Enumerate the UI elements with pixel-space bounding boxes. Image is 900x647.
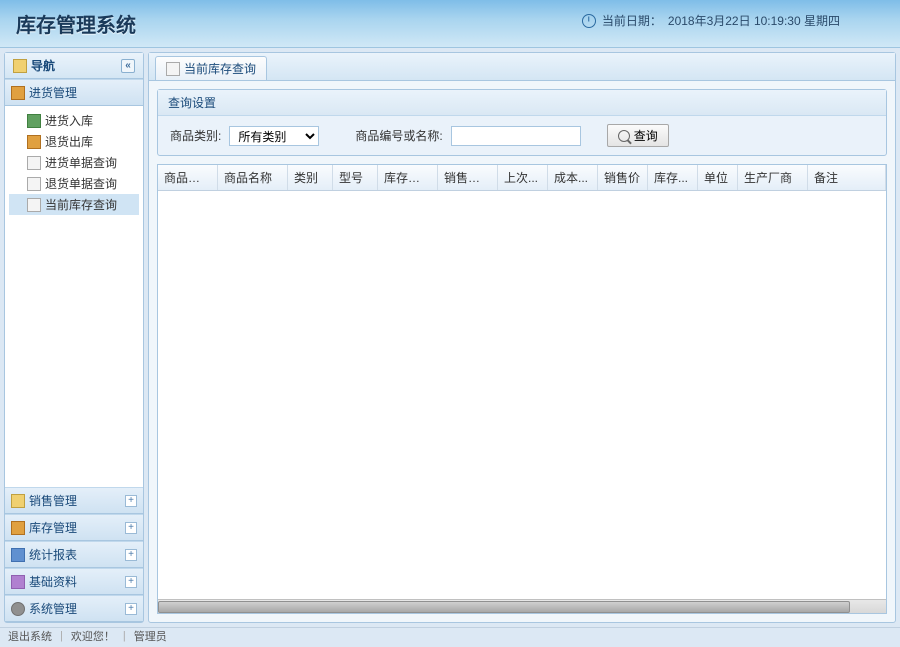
warehouse-icon [11,521,25,535]
col-cost[interactable]: 成本... [548,165,598,190]
exit-link[interactable]: 退出系统 [8,628,52,644]
col-remark[interactable]: 备注 [808,165,886,190]
content-panel: 当前库存查询 查询设置 商品类别: 所有类别 商品编号或名称: 查询 [148,52,896,623]
category-select[interactable]: 所有类别 [229,126,319,146]
scrollbar-thumb[interactable] [158,601,850,613]
grid-body[interactable] [158,191,886,599]
code-name-input[interactable] [451,126,581,146]
code-name-label: 商品编号或名称: [355,127,442,144]
query-panel: 查询设置 商品类别: 所有类别 商品编号或名称: 查询 [157,89,887,156]
doc-icon [27,177,41,191]
search-button[interactable]: 查询 [607,124,669,147]
tree-item-return-query[interactable]: 退货单据查询 [9,173,139,194]
col-last[interactable]: 上次... [498,165,548,190]
tree-item-stock-query[interactable]: 当前库存查询 [9,194,139,215]
gear-icon [11,602,25,616]
category-label: 商品类别: [170,127,221,144]
nav-section-sales[interactable]: 销售管理 + [5,487,143,514]
arrow-in-icon [27,114,41,128]
col-product-code[interactable]: 商品编号 [158,165,218,190]
date-label: 当前日期： [602,12,662,29]
col-product-name[interactable]: 商品名称 [218,165,288,190]
col-category[interactable]: 类别 [288,165,333,190]
sidebar: 导航 « 进货管理 进货入库 退货出库 进货单据查询 退货单据查询 [4,52,144,623]
box-icon [27,135,41,149]
nav-section-purchase[interactable]: 进货管理 [5,79,143,106]
welcome-text: 欢迎您！ [71,628,115,644]
search-icon [618,130,630,142]
nav-tree: 进货入库 退货出库 进货单据查询 退货单据查询 当前库存查询 [5,106,143,487]
chart-icon [11,548,25,562]
query-row: 商品类别: 所有类别 商品编号或名称: 查询 [158,116,886,155]
doc-icon [166,62,180,76]
header-date: 当前日期： 2018年3月22日 10:19:30 星期四 [582,12,840,29]
col-unit[interactable]: 单位 [698,165,738,190]
database-icon [11,575,25,589]
nav-section-label: 进货管理 [29,84,77,101]
package-icon [11,86,25,100]
expand-icon: + [125,576,137,588]
grid-header: 商品编号 商品名称 类别 型号 库存数量 销售总数 上次... 成本... 销售… [158,165,886,191]
tree-item-return-out[interactable]: 退货出库 [9,131,139,152]
col-sale-price[interactable]: 销售价 [598,165,648,190]
col-manufacturer[interactable]: 生产厂商 [738,165,808,190]
tree-item-purchase-in[interactable]: 进货入库 [9,110,139,131]
sidebar-header: 导航 « [5,53,143,79]
nav-section-report[interactable]: 统计报表 + [5,541,143,568]
date-value: 2018年3月22日 10:19:30 星期四 [668,12,840,29]
user-role: 管理员 [134,628,167,644]
nav-section-system[interactable]: 系统管理 + [5,595,143,622]
cart-icon [11,494,25,508]
tab-bar: 当前库存查询 [149,53,895,81]
data-grid: 商品编号 商品名称 类别 型号 库存数量 销售总数 上次... 成本... 销售… [157,164,887,614]
col-stock-qty[interactable]: 库存数量 [378,165,438,190]
tab-stock-query[interactable]: 当前库存查询 [155,56,267,80]
nav-section-stock[interactable]: 库存管理 + [5,514,143,541]
nav-section-basic[interactable]: 基础资料 + [5,568,143,595]
sidebar-title: 导航 [31,57,55,74]
col-stock[interactable]: 库存... [648,165,698,190]
col-model[interactable]: 型号 [333,165,378,190]
app-header: 库存管理系统 当前日期： 2018年3月22日 10:19:30 星期四 [0,0,900,48]
status-bar: 退出系统 | 欢迎您！ | 管理员 [0,627,900,643]
expand-icon: + [125,522,137,534]
tree-item-purchase-query[interactable]: 进货单据查询 [9,152,139,173]
expand-icon: + [125,549,137,561]
query-panel-title: 查询设置 [158,90,886,116]
collapse-sidebar-button[interactable]: « [121,59,135,73]
nav-icon [13,59,27,73]
app-title: 库存管理系统 [16,9,136,38]
doc-icon [27,198,41,212]
col-sales-total[interactable]: 销售总数 [438,165,498,190]
clock-icon [582,14,596,28]
horizontal-scrollbar[interactable] [158,599,886,613]
doc-icon [27,156,41,170]
expand-icon: + [125,495,137,507]
expand-icon: + [125,603,137,615]
